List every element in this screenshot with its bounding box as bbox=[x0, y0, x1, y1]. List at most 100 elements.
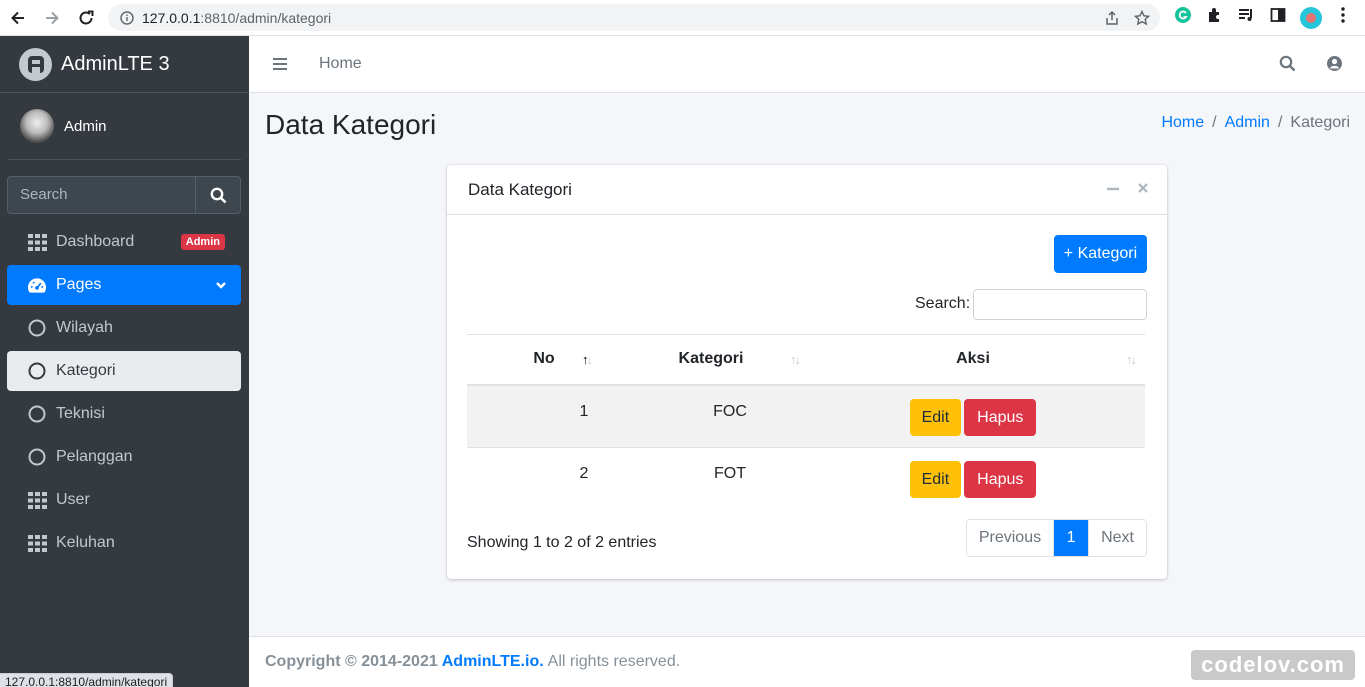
table-search-label: Search: bbox=[915, 295, 971, 312]
address-bar[interactable]: 127.0.0.1:8810/admin/kategori bbox=[108, 4, 1160, 31]
table-info: Showing 1 to 2 of 2 entries bbox=[467, 534, 657, 551]
back-arrow-icon[interactable] bbox=[2, 2, 34, 34]
collapse-minus-icon[interactable] bbox=[1107, 182, 1119, 194]
grammarly-icon[interactable] bbox=[1174, 6, 1192, 24]
next-page-button[interactable]: Next bbox=[1088, 520, 1146, 556]
card-title: Data Kategori bbox=[468, 179, 572, 199]
circle-icon bbox=[27, 362, 47, 380]
delete-button[interactable]: Hapus bbox=[964, 398, 1037, 436]
table-header-row: No ↑↓ Kategori ↑↓ Aksi ↑↓ bbox=[467, 334, 1145, 386]
sidebar-item-label: Wilayah bbox=[56, 319, 113, 336]
top-navbar: Home bbox=[249, 36, 1365, 93]
table-row: 2 FOT Edit Hapus bbox=[467, 447, 1145, 511]
chevron-down-icon bbox=[215, 279, 227, 291]
circle-icon bbox=[27, 448, 47, 466]
side-panel-icon[interactable] bbox=[1269, 6, 1287, 24]
breadcrumb-separator: / bbox=[1277, 114, 1283, 131]
share-icon[interactable] bbox=[1104, 10, 1120, 26]
sidebar-menu: Dashboard Admin Pages Wilayah Kategori T… bbox=[7, 222, 241, 566]
breadcrumb: Home / Admin / Kategori bbox=[1161, 114, 1350, 132]
cell-kategori: FOT bbox=[621, 447, 801, 511]
page-1-button[interactable]: 1 bbox=[1054, 520, 1089, 556]
brand-text: AdminLTE 3 bbox=[61, 52, 170, 75]
breadcrumb-admin[interactable]: Admin bbox=[1225, 114, 1270, 132]
grid-icon bbox=[27, 534, 47, 552]
close-icon[interactable] bbox=[1137, 182, 1149, 194]
edit-button[interactable]: Edit bbox=[909, 398, 962, 436]
page-title: Data Kategori bbox=[265, 109, 437, 140]
browser-toolbar: 127.0.0.1:8810/admin/kategori bbox=[0, 0, 1365, 36]
footer-rights: All rights reserved. bbox=[547, 653, 681, 670]
footer-copyright: Copyright © 2014-2021 bbox=[265, 653, 438, 670]
table-row: 1 FOC Edit Hapus bbox=[467, 384, 1145, 448]
sidebar-item-wilayah[interactable]: Wilayah bbox=[7, 308, 241, 348]
extensions-puzzle-icon[interactable] bbox=[1206, 6, 1224, 24]
sidebar-search-button[interactable] bbox=[195, 176, 241, 214]
sidebar-item-label: Pages bbox=[56, 276, 102, 293]
navbar-search-icon[interactable] bbox=[1279, 55, 1296, 72]
cell-aksi: Edit Hapus bbox=[801, 384, 1145, 448]
forward-arrow-icon[interactable] bbox=[36, 2, 68, 34]
watermark: codelov.com bbox=[1191, 650, 1355, 680]
sidebar-item-label: User bbox=[56, 491, 90, 508]
column-header-aksi[interactable]: Aksi ↑↓ bbox=[801, 334, 1145, 386]
sidebar-item-label: Dashboard bbox=[56, 233, 135, 250]
kategori-card: Data Kategori + Kategori Search: No ↑↓ K… bbox=[447, 165, 1167, 579]
user-panel[interactable]: Admin bbox=[8, 93, 241, 160]
circle-icon bbox=[27, 319, 47, 337]
user-circle-icon[interactable] bbox=[1326, 55, 1343, 72]
grid-icon bbox=[27, 233, 47, 251]
browser-menu-icon[interactable] bbox=[1336, 6, 1350, 24]
column-header-kategori[interactable]: Kategori ↑↓ bbox=[621, 334, 801, 386]
main-sidebar: AdminLTE 3 Admin Search Dashboard Admin … bbox=[0, 36, 249, 687]
profile-avatar-icon[interactable] bbox=[1299, 6, 1323, 30]
delete-button[interactable]: Hapus bbox=[964, 461, 1037, 498]
sidebar-item-label: Pelanggan bbox=[56, 448, 133, 465]
footer-link[interactable]: AdminLTE.io. bbox=[442, 653, 544, 671]
sidebar-item-keluhan[interactable]: Keluhan bbox=[7, 523, 241, 563]
previous-page-button[interactable]: Previous bbox=[966, 520, 1055, 556]
kategori-table: No ↑↓ Kategori ↑↓ Aksi ↑↓ 1 FOC Edit Hapu… bbox=[467, 334, 1145, 511]
hamburger-menu-icon[interactable] bbox=[272, 57, 288, 71]
sidebar-item-dashboard[interactable]: Dashboard Admin bbox=[7, 222, 241, 262]
search-icon bbox=[210, 187, 226, 203]
sort-asc-icon: ↑↓ bbox=[582, 352, 593, 367]
url-path: :8810/admin/kategori bbox=[200, 9, 332, 26]
cell-no: 1 bbox=[467, 384, 621, 448]
cell-kategori: FOC bbox=[621, 384, 801, 448]
user-avatar bbox=[20, 109, 54, 143]
sidebar-item-label: Kategori bbox=[56, 362, 116, 379]
circle-icon bbox=[27, 405, 47, 423]
add-kategori-button[interactable]: + Kategori bbox=[1054, 235, 1147, 273]
cell-no: 2 bbox=[467, 447, 621, 511]
nav-home-link[interactable]: Home bbox=[319, 55, 362, 73]
sidebar-search-input[interactable]: Search bbox=[7, 176, 195, 214]
media-control-icon[interactable] bbox=[1237, 6, 1255, 24]
edit-button[interactable]: Edit bbox=[909, 461, 962, 498]
sidebar-item-pelanggan[interactable]: Pelanggan bbox=[7, 437, 241, 477]
adminlte-logo-icon bbox=[19, 47, 52, 81]
card-header: Data Kategori bbox=[447, 165, 1167, 215]
pagination: Previous 1 Next bbox=[965, 519, 1147, 557]
status-bar-url: 127.0.0.1:8810/admin/kategori bbox=[0, 673, 174, 687]
url-host: 127.0.0.1 bbox=[142, 9, 201, 26]
user-name[interactable]: Admin bbox=[64, 118, 107, 135]
status-badge: Admin bbox=[180, 234, 225, 250]
sort-icon: ↑↓ bbox=[1126, 352, 1137, 367]
sidebar-item-label: Keluhan bbox=[56, 534, 115, 551]
sidebar-item-pages[interactable]: Pages bbox=[7, 265, 241, 305]
bookmark-star-icon[interactable] bbox=[1134, 10, 1150, 26]
sidebar-item-label: Teknisi bbox=[56, 405, 105, 422]
breadcrumb-separator: / bbox=[1212, 114, 1217, 131]
breadcrumb-home[interactable]: Home bbox=[1161, 114, 1204, 132]
site-info-icon[interactable] bbox=[120, 10, 134, 25]
reload-icon[interactable] bbox=[70, 2, 102, 34]
sidebar-item-user[interactable]: User bbox=[7, 480, 241, 520]
breadcrumb-current: Kategori bbox=[1290, 114, 1350, 131]
sidebar-item-teknisi[interactable]: Teknisi bbox=[7, 394, 241, 434]
sidebar-item-kategori[interactable]: Kategori bbox=[7, 351, 241, 391]
tachometer-icon bbox=[27, 277, 47, 294]
table-search-input[interactable] bbox=[973, 289, 1147, 320]
brand-link[interactable]: AdminLTE 3 bbox=[0, 36, 249, 93]
column-header-no[interactable]: No ↑↓ bbox=[467, 334, 621, 386]
